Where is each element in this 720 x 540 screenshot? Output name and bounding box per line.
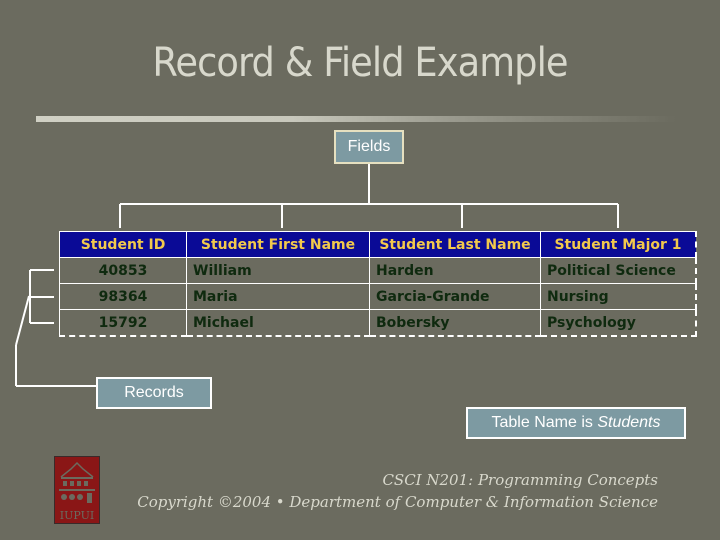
cell-student-id: 98364 xyxy=(59,283,187,310)
table-row: 98364 Maria Garcia-Grande Nursing xyxy=(59,283,697,310)
cell-major: Nursing xyxy=(540,283,697,310)
cell-major: Political Science xyxy=(540,257,697,284)
iupui-logo-icon: IUPUI xyxy=(54,456,100,524)
cell-last-name: Bobersky xyxy=(369,309,541,337)
cell-first-name: William xyxy=(186,257,370,284)
cell-student-id: 15792 xyxy=(59,309,187,337)
column-header: Student Last Name xyxy=(369,231,541,258)
fields-label: Fields xyxy=(334,130,404,164)
column-header: Student First Name xyxy=(186,231,370,258)
column-header: Student Major 1 xyxy=(540,231,697,258)
table-name-value: Students xyxy=(597,414,661,431)
cell-last-name: Garcia-Grande xyxy=(369,283,541,310)
column-header: Student ID xyxy=(59,231,187,258)
cell-last-name: Harden xyxy=(369,257,541,284)
title-divider xyxy=(36,116,676,122)
records-diagonal xyxy=(15,295,30,346)
table-name-prefix: Table Name is xyxy=(491,414,598,431)
slide-title: Record & Field Example xyxy=(152,40,568,86)
table-row: 40853 William Harden Political Science xyxy=(59,257,697,284)
cell-major: Psychology xyxy=(540,309,697,337)
copyright-line: Copyright ©2004 • Department of Computer… xyxy=(137,493,658,511)
table-row: 15792 Michael Bobersky Psychology xyxy=(59,309,697,337)
logo-text: IUPUI xyxy=(59,509,95,522)
cell-student-id: 40853 xyxy=(59,257,187,284)
students-table: Student ID Student First Name Student La… xyxy=(59,231,697,337)
records-label: Records xyxy=(96,377,212,409)
course-title: CSCI N201: Programming Concepts xyxy=(382,471,658,489)
table-name-label: Table Name is Students xyxy=(466,407,686,439)
table-header-row: Student ID Student First Name Student La… xyxy=(59,231,697,258)
cell-first-name: Maria xyxy=(186,283,370,310)
cell-first-name: Michael xyxy=(186,309,370,337)
building-icon xyxy=(59,461,95,503)
